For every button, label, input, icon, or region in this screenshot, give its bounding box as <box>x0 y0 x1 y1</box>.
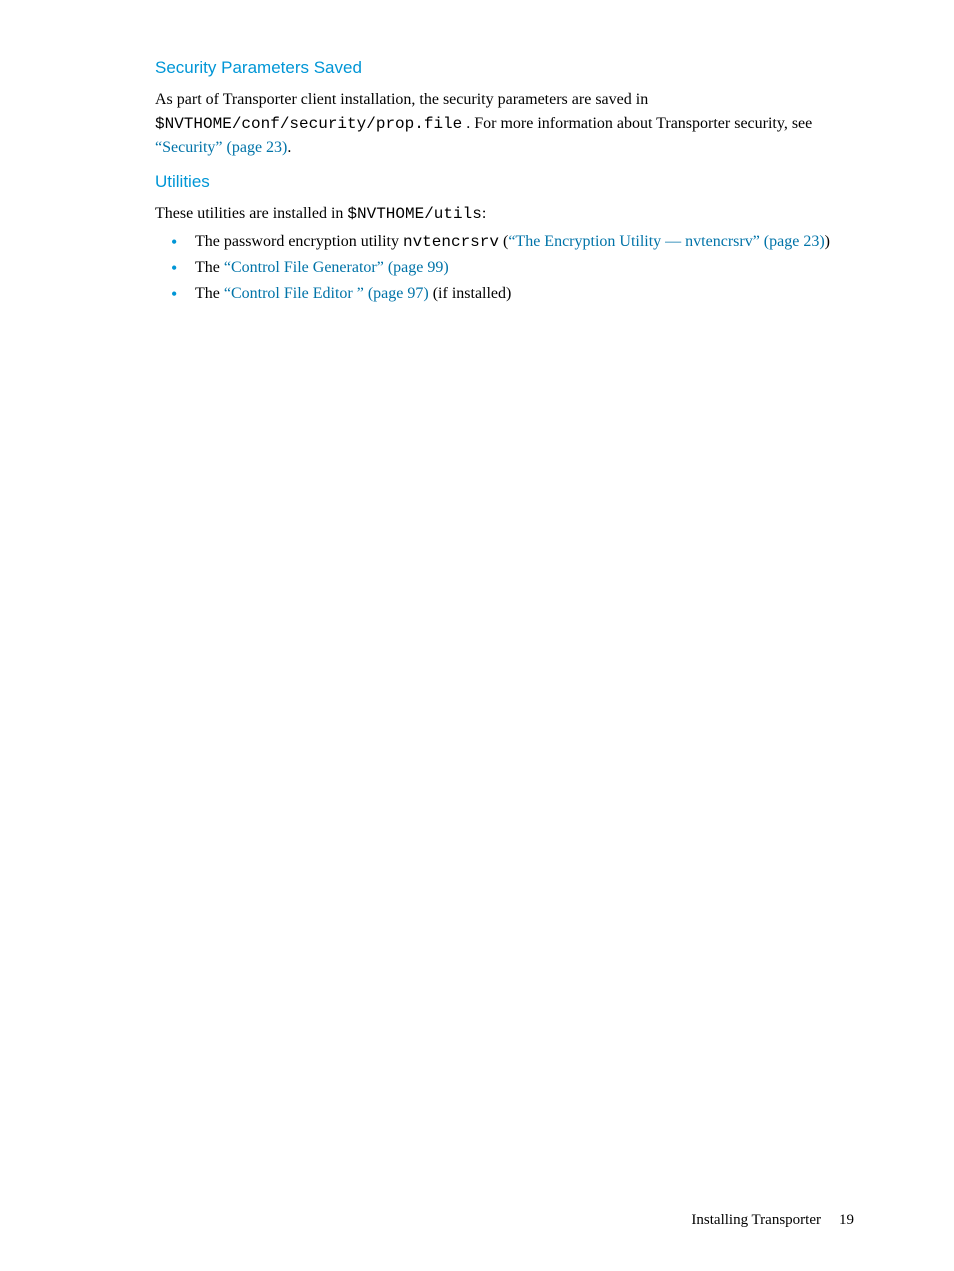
code-path-utils: $NVTHOME/utils <box>347 205 481 223</box>
page-number: 19 <box>839 1212 854 1228</box>
text: : <box>482 205 486 222</box>
list-item: The “Control File Editor ” (page 97) (if… <box>171 282 854 306</box>
page-footer: Installing Transporter 19 <box>691 1212 854 1229</box>
paragraph-utilities-intro: These utilities are installed in $NVTHOM… <box>155 202 854 226</box>
text: As part of Transporter client installati… <box>155 91 648 108</box>
text: (if installed) <box>429 285 512 302</box>
paragraph-security: As part of Transporter client installati… <box>155 88 854 160</box>
heading-utilities: Utilities <box>155 172 854 192</box>
text: These utilities are installed in <box>155 205 347 222</box>
code-path: $NVTHOME/conf/security/prop.file <box>155 115 462 133</box>
text: The <box>195 285 224 302</box>
code-nvtencrsrv: nvtencrsrv <box>403 233 499 251</box>
list-item: The password encryption utility nvtencrs… <box>171 230 854 254</box>
list-item: The “Control File Generator” (page 99) <box>171 256 854 280</box>
link-security[interactable]: “Security” (page 23) <box>155 139 287 156</box>
text: The password encryption utility <box>195 233 403 250</box>
text: The <box>195 259 224 276</box>
link-encryption-utility[interactable]: “The Encryption Utility — nvtencrsrv” (p… <box>508 233 824 250</box>
link-control-file-generator[interactable]: “Control File Generator” (page 99) <box>224 259 449 276</box>
text: . For more information about Transporter… <box>462 115 812 132</box>
text: ( <box>499 233 508 250</box>
text: ) <box>825 233 830 250</box>
footer-title: Installing Transporter <box>691 1212 821 1228</box>
utilities-list: The password encryption utility nvtencrs… <box>155 230 854 306</box>
text: . <box>287 139 291 156</box>
link-control-file-editor[interactable]: “Control File Editor ” (page 97) <box>224 285 429 302</box>
heading-security-parameters: Security Parameters Saved <box>155 58 854 78</box>
